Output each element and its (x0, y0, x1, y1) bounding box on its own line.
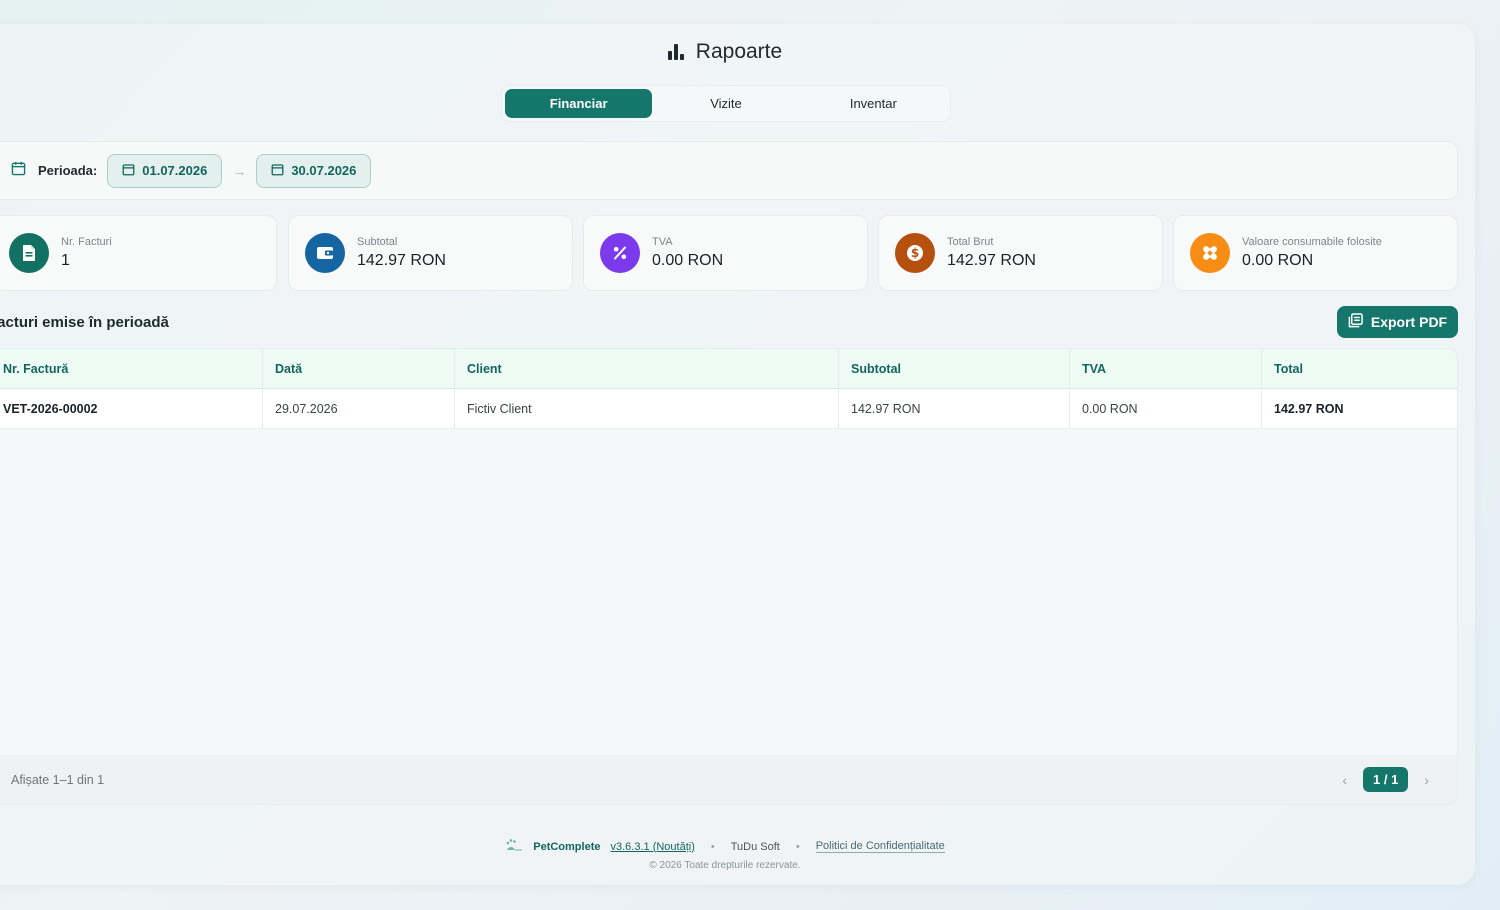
report-tabs: Financiar Vizite Inventar (501, 85, 951, 122)
bar-chart-icon (667, 44, 684, 60)
page-title-text: Rapoarte (695, 40, 783, 63)
column-header-invoice-no[interactable]: Nr. Factură (0, 349, 263, 389)
document-icon (9, 233, 49, 273)
pagination: ‹ 1 / 1 › (1342, 767, 1429, 792)
column-header-date[interactable]: Dată (263, 349, 455, 389)
percent-icon (600, 233, 640, 273)
table-row[interactable]: VET-2026-00002 29.07.2026 Fictiv Client … (0, 389, 1457, 429)
cell-vat: 0.00 RON (1070, 389, 1262, 429)
footer-brand: PetComplete (533, 840, 601, 853)
cell-invoice-no: VET-2026-00002 (0, 389, 263, 429)
separator-dot: • (710, 840, 715, 853)
end-date-value: 30.07.2026 (291, 163, 357, 178)
rows-count-text: Afișate 1–1 din 1 (11, 772, 105, 787)
period-label: Perioada: (38, 163, 98, 178)
card-label: TVA (652, 236, 673, 248)
card-label: Total Brut (947, 236, 994, 248)
cell-date: 29.07.2026 (263, 389, 455, 429)
export-pdf-button[interactable]: Export PDF (1337, 306, 1458, 338)
calendar-icon (11, 161, 26, 181)
cell-subtotal: 142.97 RON (839, 389, 1070, 429)
chevron-left-icon[interactable]: ‹ (1342, 772, 1347, 788)
table-header: Nr. Factură Dată Client Subtotal TVA Tot… (0, 349, 1457, 389)
table-footer: Afișate 1–1 din 1 ‹ 1 / 1 › (0, 755, 1457, 804)
column-header-vat[interactable]: TVA (1070, 349, 1262, 389)
card-value: 0.00 RON (1242, 252, 1314, 269)
tab-inventar[interactable]: Inventar (800, 89, 947, 118)
card-value: 142.97 RON (357, 252, 446, 269)
wallet-icon (305, 233, 345, 273)
footer-company: TuDu Soft (730, 840, 780, 853)
card-vat: TVA 0.00 RON (583, 215, 868, 291)
arrow-right-icon: → (232, 162, 247, 179)
calendar-icon (122, 163, 135, 179)
chevron-right-icon[interactable]: › (1424, 772, 1429, 788)
card-subtotal: Subtotal 142.97 RON (288, 215, 573, 291)
privacy-policy-link[interactable]: Politici de Confidențialitate (815, 840, 945, 853)
dollar-icon: $ (895, 233, 935, 273)
copyright-text: © 2026 Toate drepturile rezervate. (649, 860, 801, 871)
card-label: Nr. Facturi (61, 236, 112, 248)
current-page-badge: 1 / 1 (1363, 767, 1409, 792)
bandage-icon (1190, 233, 1230, 273)
calendar-icon (271, 163, 284, 179)
card-value: 1 (61, 252, 70, 269)
start-date-picker[interactable]: 01.07.2026 (107, 153, 223, 188)
card-invoice-count: Nr. Facturi 1 (0, 215, 277, 291)
card-label: Valoare consumabile folosite (1242, 236, 1382, 248)
paw-logo-icon (505, 838, 523, 855)
period-filter: Perioada: 01.07.2026 → 30.07.2026 (0, 141, 1458, 200)
column-header-total[interactable]: Total (1262, 349, 1457, 389)
card-gross-total: $ Total Brut 142.97 RON (878, 215, 1163, 291)
cell-client: Fictiv Client (455, 389, 839, 429)
card-value: 0.00 RON (652, 252, 724, 269)
version-link[interactable]: v3.6.3.1 (Noutăți) (611, 841, 695, 853)
start-date-value: 01.07.2026 (142, 163, 208, 178)
app-footer: PetComplete v3.6.3.1 (Noutăți) • TuDu So… (0, 838, 1450, 855)
column-header-client[interactable]: Client (455, 349, 839, 389)
export-pdf-label: Export PDF (1370, 314, 1448, 330)
card-consumables-value: Valoare consumabile folosite 0.00 RON (1173, 215, 1458, 291)
tab-vizite[interactable]: Vizite (652, 89, 799, 118)
column-header-subtotal[interactable]: Subtotal (839, 349, 1070, 389)
section-title: Facturi emise în perioadă (0, 314, 169, 331)
separator-dot: • (795, 840, 800, 853)
end-date-picker[interactable]: 30.07.2026 (256, 153, 372, 188)
svg-text:$: $ (911, 246, 919, 260)
card-value: 142.97 RON (947, 252, 1036, 269)
invoices-table: Nr. Factură Dată Client Subtotal TVA Tot… (0, 348, 1458, 805)
card-label: Subtotal (357, 236, 398, 248)
tab-financiar[interactable]: Financiar (505, 89, 653, 118)
cell-total: 142.97 RON (1274, 402, 1344, 416)
page-title: Rapoarte (0, 40, 1450, 64)
pdf-icon (1348, 313, 1363, 331)
